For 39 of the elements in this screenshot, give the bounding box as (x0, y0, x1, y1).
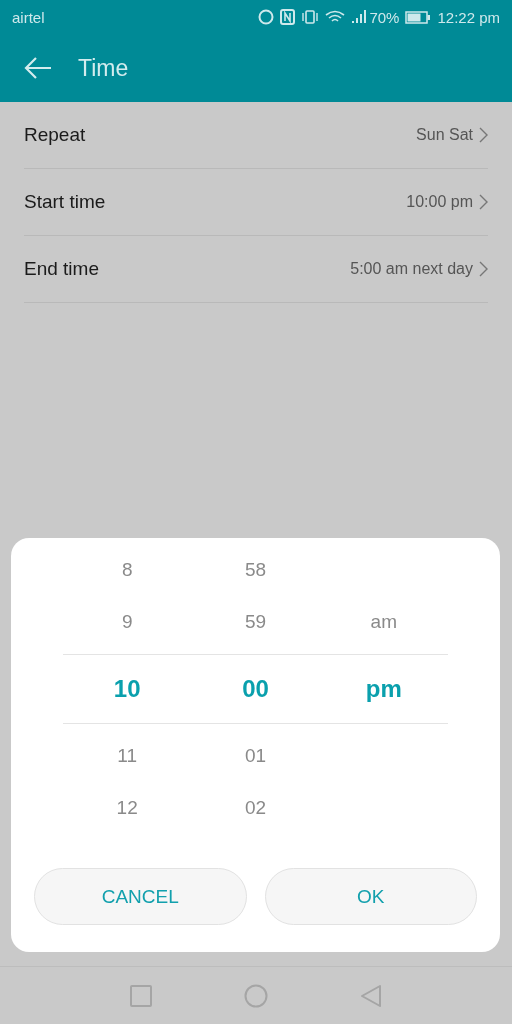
setting-value: 10:00 pm (406, 193, 473, 211)
chevron-icon (479, 194, 488, 210)
setting-row[interactable]: End time 5:00 am next day (24, 236, 488, 303)
wifi-icon (325, 10, 346, 24)
hour-option[interactable]: 8 (121, 559, 133, 581)
setting-label: End time (24, 258, 100, 280)
minute-option[interactable]: 01 (244, 745, 267, 767)
home-icon[interactable] (244, 983, 268, 1008)
signal-icon (351, 10, 368, 24)
chevron-icon (479, 261, 488, 277)
minute-option[interactable]: 59 (244, 611, 267, 633)
minute-option[interactable]: 02 (244, 797, 267, 819)
screen-title: Time (78, 54, 129, 82)
setting-row[interactable]: Start time 10:00 pm (24, 169, 488, 236)
recents-icon[interactable] (130, 984, 152, 1007)
cancel-button[interactable]: CANCEL (34, 868, 247, 925)
hour-option[interactable]: 9 (121, 611, 133, 633)
back-icon[interactable] (24, 56, 52, 80)
period-option[interactable]: pm (365, 675, 402, 703)
battery-icon (405, 10, 432, 24)
hour-option[interactable]: 12 (116, 797, 138, 819)
setting-label: Repeat (24, 124, 87, 146)
carrier-name: airtel (12, 8, 45, 26)
chevron-icon (479, 127, 488, 143)
back-nav-icon[interactable] (360, 983, 382, 1008)
hour-option[interactable]: 10 (113, 675, 141, 703)
setting-value: Sun Sat (416, 126, 473, 144)
battery-percent: 70% (369, 8, 400, 26)
hour-option[interactable]: 11 (117, 745, 138, 767)
setting-label: Start time (24, 191, 107, 213)
setting-row[interactable]: Repeat Sun Sat (24, 102, 488, 169)
vibrate-icon (301, 10, 320, 24)
minute-option[interactable]: 00 (242, 675, 269, 703)
clock: 12:22 pm (437, 8, 500, 26)
period-option[interactable]: am (370, 611, 397, 633)
ok-button[interactable]: OK (264, 868, 477, 925)
nfc-icon (280, 9, 296, 25)
minute-option[interactable]: 58 (244, 559, 267, 581)
setting-value: 5:00 am next day (350, 260, 473, 278)
